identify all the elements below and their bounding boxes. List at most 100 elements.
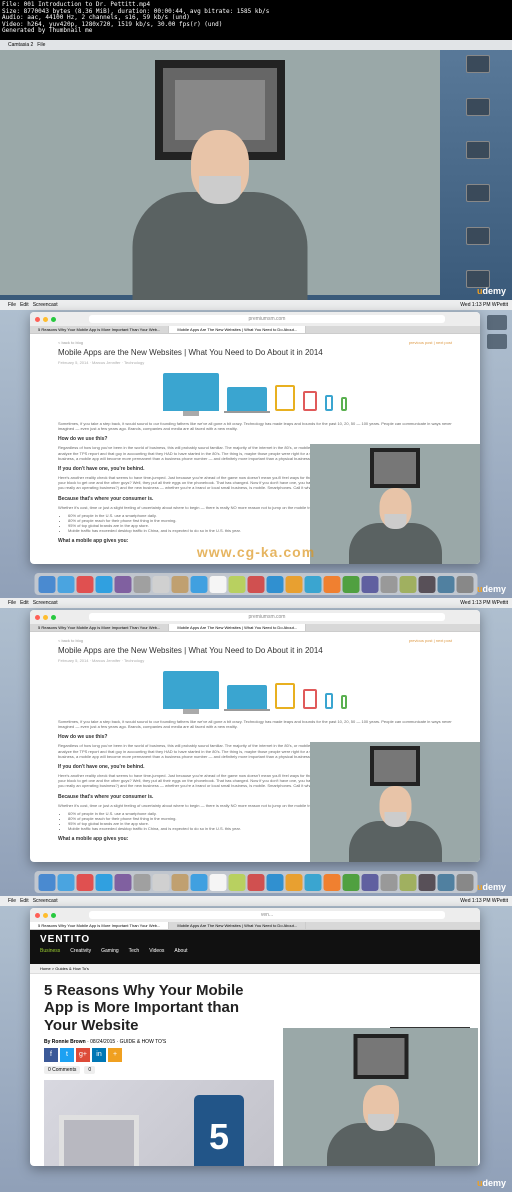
dock-app-icon[interactable] xyxy=(305,576,322,593)
tab-bar[interactable]: 5 Reasons Why Your Mobile App is More Im… xyxy=(30,326,480,334)
dock-app-icon[interactable] xyxy=(419,874,436,891)
macos-menubar[interactable]: File Edit Screencast Wed 1:13 PM WPettit xyxy=(0,896,512,906)
dock-app-icon[interactable] xyxy=(58,874,75,891)
dock-app-icon[interactable] xyxy=(229,576,246,593)
desktop-file-icon[interactable] xyxy=(466,141,490,159)
address-bar[interactable]: premiumsm.com xyxy=(89,613,445,621)
dock-app-icon[interactable] xyxy=(305,874,322,891)
dock-app-icon[interactable] xyxy=(381,874,398,891)
window-titlebar[interactable]: premiumsm.com xyxy=(30,312,480,326)
close-icon[interactable] xyxy=(35,317,40,322)
desktop-file-icon[interactable] xyxy=(466,98,490,116)
close-icon[interactable] xyxy=(35,913,40,918)
dock-app-icon[interactable] xyxy=(362,576,379,593)
tab-2[interactable]: Mobile Apps Are The New Websites | What … xyxy=(169,922,306,929)
menubar-status[interactable]: Wed 1:13 PM WPettit xyxy=(460,896,508,906)
desktop-file-icon[interactable] xyxy=(466,184,490,202)
maximize-icon[interactable] xyxy=(51,615,56,620)
dock-app-icon[interactable] xyxy=(229,874,246,891)
dock-app-icon[interactable] xyxy=(457,576,474,593)
dock-app-icon[interactable] xyxy=(267,576,284,593)
menu-file[interactable]: File xyxy=(8,896,16,906)
share-twitter[interactable]: t xyxy=(60,1048,74,1062)
tab-bar[interactable]: 5 Reasons Why Your Mobile App is More Im… xyxy=(30,922,480,930)
dock-app-icon[interactable] xyxy=(191,874,208,891)
dock-app-icon[interactable] xyxy=(381,576,398,593)
dock-app-icon[interactable] xyxy=(39,576,56,593)
dock-app-icon[interactable] xyxy=(210,874,227,891)
dock-app-icon[interactable] xyxy=(96,576,113,593)
dock-app-icon[interactable] xyxy=(153,874,170,891)
dock-app-icon[interactable] xyxy=(58,576,75,593)
menu-file[interactable]: File xyxy=(8,300,16,310)
dock-app-icon[interactable] xyxy=(39,874,56,891)
prev-next-nav[interactable]: previous post | next post xyxy=(409,340,452,345)
dock-app-icon[interactable] xyxy=(191,576,208,593)
window-titlebar[interactable]: ven... xyxy=(30,908,480,922)
safari-window[interactable]: premiumsm.com 5 Reasons Why Your Mobile … xyxy=(30,610,480,862)
menu-screencast[interactable]: Screencast xyxy=(33,896,58,906)
share-gplus[interactable]: g+ xyxy=(76,1048,90,1062)
close-icon[interactable] xyxy=(35,615,40,620)
breadcrumb[interactable]: Home > Guides & How To's xyxy=(30,964,480,974)
macos-dock[interactable] xyxy=(35,871,478,893)
nav-about[interactable]: About xyxy=(174,948,187,954)
dock-app-icon[interactable] xyxy=(77,874,94,891)
ventito-logo[interactable]: VENTITO xyxy=(40,934,470,945)
menu-edit[interactable]: Edit xyxy=(20,300,29,310)
menu-edit[interactable]: Edit xyxy=(20,896,29,906)
dock-app-icon[interactable] xyxy=(248,874,265,891)
share-linkedin[interactable]: in xyxy=(92,1048,106,1062)
dock-app-icon[interactable] xyxy=(153,576,170,593)
dock-app-icon[interactable] xyxy=(134,874,151,891)
comments-count[interactable]: 0 Comments xyxy=(44,1066,80,1074)
safari-window[interactable]: premiumsm.com 5 Reasons Why Your Mobile … xyxy=(30,312,480,564)
address-bar[interactable]: premiumsm.com xyxy=(89,315,445,323)
minimize-icon[interactable] xyxy=(43,913,48,918)
menubar-status[interactable]: Wed 1:13 PM WPettit xyxy=(460,598,508,608)
app-name[interactable]: Camtasia 2 xyxy=(8,40,33,50)
nav-creativity[interactable]: Creativity xyxy=(70,948,91,954)
menu-screencast[interactable]: Screencast xyxy=(33,300,58,310)
dock-app-icon[interactable] xyxy=(438,874,455,891)
share-facebook[interactable]: f xyxy=(44,1048,58,1062)
desktop-file-icon[interactable] xyxy=(466,227,490,245)
dock-app-icon[interactable] xyxy=(400,576,417,593)
menu-screencast[interactable]: Screencast xyxy=(33,598,58,608)
prev-next-nav[interactable]: previous post | next post xyxy=(409,638,452,643)
dock-app-icon[interactable] xyxy=(324,874,341,891)
dock-app-icon[interactable] xyxy=(438,576,455,593)
address-bar[interactable]: ven... xyxy=(89,911,445,919)
nav-gaming[interactable]: Gaming xyxy=(101,948,119,954)
share-more[interactable]: + xyxy=(108,1048,122,1062)
menubar-status[interactable]: Wed 1:13 PM WPettit xyxy=(460,300,508,310)
back-link[interactable]: < back to blog xyxy=(58,638,452,643)
tab-bar[interactable]: 5 Reasons Why Your Mobile App is More Im… xyxy=(30,624,480,632)
dock-app-icon[interactable] xyxy=(343,576,360,593)
dock-app-icon[interactable] xyxy=(115,576,132,593)
menu-file[interactable]: File xyxy=(8,598,16,608)
macos-menubar[interactable]: File Edit Screencast Wed 1:13 PM WPettit xyxy=(0,598,512,608)
tab-2[interactable]: Mobile Apps Are The New Websites | What … xyxy=(169,326,306,333)
dock-app-icon[interactable] xyxy=(96,874,113,891)
dock-app-icon[interactable] xyxy=(115,874,132,891)
dock-app-icon[interactable] xyxy=(400,874,417,891)
dock-app-icon[interactable] xyxy=(286,576,303,593)
macos-menubar[interactable]: Camtasia 2 File xyxy=(0,40,512,50)
maximize-icon[interactable] xyxy=(51,913,56,918)
dock-app-icon[interactable] xyxy=(172,576,189,593)
maximize-icon[interactable] xyxy=(51,317,56,322)
dock-app-icon[interactable] xyxy=(419,576,436,593)
site-nav[interactable]: Business Creativity Gaming Tech Videos A… xyxy=(40,948,470,954)
macos-dock[interactable] xyxy=(35,573,478,595)
dock-app-icon[interactable] xyxy=(248,576,265,593)
tab-1[interactable]: 5 Reasons Why Your Mobile App is More Im… xyxy=(30,624,169,631)
tab-2[interactable]: Mobile Apps Are The New Websites | What … xyxy=(169,624,306,631)
dock-app-icon[interactable] xyxy=(362,874,379,891)
dock-app-icon[interactable] xyxy=(77,576,94,593)
menu-file[interactable]: File xyxy=(37,40,45,50)
window-titlebar[interactable]: premiumsm.com xyxy=(30,610,480,624)
nav-videos[interactable]: Videos xyxy=(149,948,164,954)
tab-1[interactable]: 5 Reasons Why Your Mobile App is More Im… xyxy=(30,326,169,333)
dock-app-icon[interactable] xyxy=(267,874,284,891)
